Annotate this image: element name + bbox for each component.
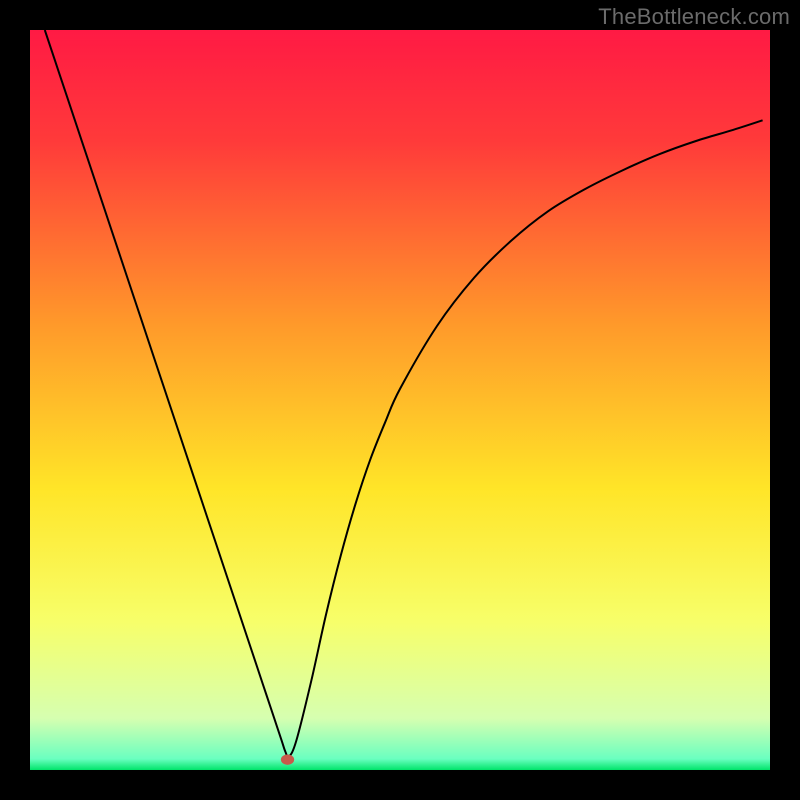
plot-background — [30, 30, 770, 770]
watermark-text: TheBottleneck.com — [598, 4, 790, 30]
gradient-fill — [30, 30, 770, 770]
chart-container: TheBottleneck.com — [0, 0, 800, 800]
